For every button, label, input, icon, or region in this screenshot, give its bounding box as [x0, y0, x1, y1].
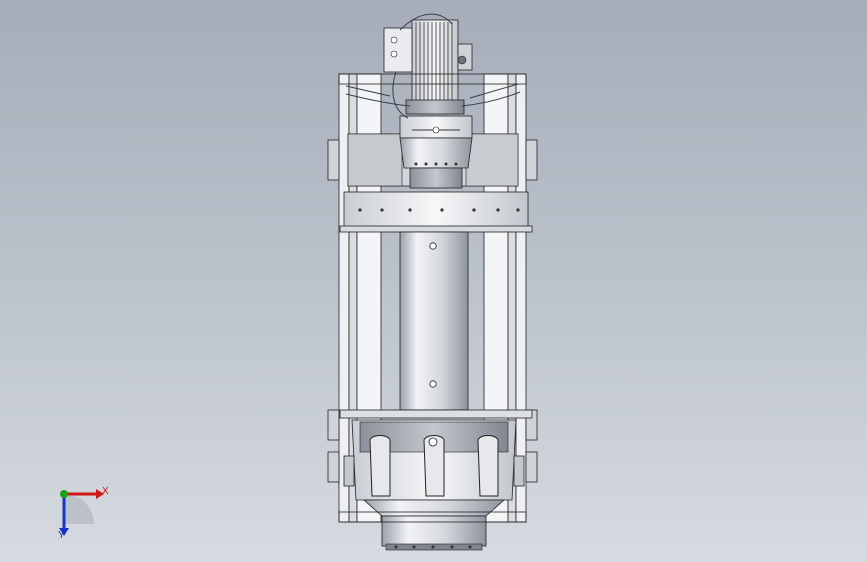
winch-assembly-model[interactable] — [0, 0, 867, 562]
drive-motor — [383, 19, 473, 115]
upper-gearbox — [399, 115, 473, 189]
lower-flange-plate — [339, 409, 533, 419]
lower-gearbox — [343, 419, 525, 551]
winch-drum — [399, 231, 469, 411]
x-axis-label: X — [102, 486, 109, 497]
z-axis-dot — [60, 490, 68, 498]
upper-flange-plate — [339, 191, 533, 233]
graphics-viewport[interactable]: X Y — [0, 0, 867, 562]
y-axis-label: Y — [58, 530, 65, 541]
coordinate-triad — [59, 489, 104, 536]
